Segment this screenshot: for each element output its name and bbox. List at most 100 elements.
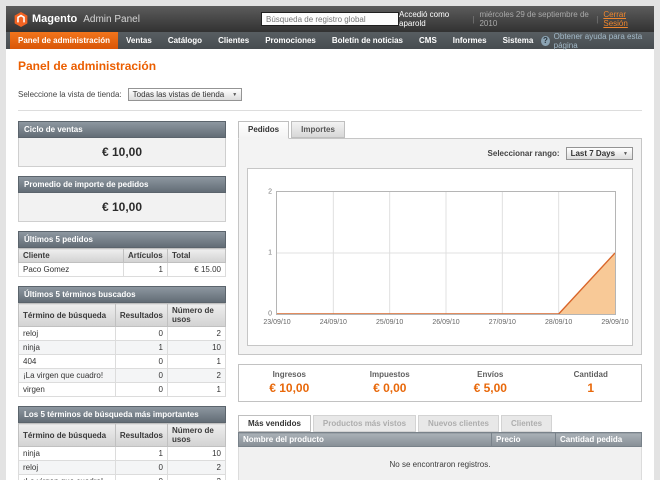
x-axis-tick-label: 26/09/10 <box>432 319 459 326</box>
store-view-label: Seleccione la vista de tienda: <box>18 90 122 99</box>
panel-title: Los 5 términos de búsqueda más important… <box>18 406 226 423</box>
chart-x-axis-labels: 23/09/1024/09/1025/09/1026/09/1027/09/10… <box>277 314 615 332</box>
column-header-total: Total <box>168 249 226 263</box>
tab-mas-vendidos[interactable]: Más vendidos <box>238 415 311 432</box>
total-impuestos: Impuestos € 0,00 <box>340 370 441 395</box>
total-value: € 0,00 <box>340 381 441 395</box>
average-orders-value: € 10,00 <box>18 193 226 222</box>
top-search-terms-panel: Los 5 términos de búsqueda más important… <box>18 406 226 480</box>
column-header-cantidad-pedida: Cantidad pedida <box>556 433 642 447</box>
table-cell: 2 <box>168 461 226 475</box>
brand: Magento Admin Panel <box>14 12 261 27</box>
table-row[interactable]: virgen01 <box>19 383 226 397</box>
nav-item-sistema[interactable]: Sistema <box>495 32 542 49</box>
brand-name: Magento <box>32 13 77 25</box>
table-row[interactable]: 40401 <box>19 355 226 369</box>
column-header-termino-de-busqueda: Término de búsqueda <box>19 424 116 447</box>
table-cell: 2 <box>168 327 226 341</box>
table-cell: 1 <box>168 355 226 369</box>
logout-link[interactable]: Cerrar Sesión <box>603 10 646 28</box>
separator: | <box>596 15 598 24</box>
column-header-termino-de-busqueda: Término de búsqueda <box>19 304 116 327</box>
tab-pedidos[interactable]: Pedidos <box>238 121 289 139</box>
range-value: Last 7 Days <box>571 149 615 158</box>
total-value: 1 <box>541 381 642 395</box>
x-axis-tick-label: 27/09/10 <box>489 319 516 326</box>
admin-frame: Magento Admin Panel Accedió como aparold… <box>6 6 654 480</box>
table-cell: 0 <box>115 475 167 480</box>
nav-item-promociones[interactable]: Promociones <box>257 32 324 49</box>
empty-row: No se encontraron registros. <box>239 447 642 480</box>
column-header-resultados: Resultados <box>115 304 167 327</box>
magento-logo-icon <box>14 12 28 27</box>
x-axis-tick-label: 28/09/10 <box>545 319 572 326</box>
table-row[interactable]: reloj02 <box>19 327 226 341</box>
x-axis-tick-label: 24/09/10 <box>320 319 347 326</box>
column-header-precio: Precio <box>492 433 556 447</box>
store-view-select[interactable]: Todas las vistas de tienda ▼ <box>128 88 243 101</box>
last-orders-table: ClienteArtículosTotalPaco Gomez1€ 15.00 <box>18 248 226 277</box>
main-nav: Panel de administraciónVentasCatálogoCli… <box>6 32 654 49</box>
empty-message: No se encontraron registros. <box>239 447 642 480</box>
table-row[interactable]: ¡La virgen que cuadro!02 <box>19 475 226 480</box>
nav-item-panel-de-administracion[interactable]: Panel de administración <box>10 32 118 49</box>
store-switcher: Seleccione la vista de tienda: Todas las… <box>18 83 642 111</box>
table-cell: 2 <box>168 475 226 480</box>
average-orders-panel: Promedio de importe de pedidos € 10,00 <box>18 176 226 222</box>
page-title: Panel de administración <box>18 59 642 73</box>
table-row[interactable]: reloj02 <box>19 461 226 475</box>
last-search-terms-panel: Últimos 5 términos buscados Término de b… <box>18 286 226 397</box>
x-axis-tick-label: 23/09/10 <box>263 319 290 326</box>
table-cell: Paco Gomez <box>19 263 124 277</box>
orders-chart: 210 23/09/1024/09/1025/09/1026/09/1027/0… <box>247 168 633 346</box>
help-link[interactable]: ? Obtener ayuda para esta página <box>541 32 650 49</box>
total-cantidad: Cantidad 1 <box>541 370 642 395</box>
nav-item-informes[interactable]: Informes <box>445 32 495 49</box>
nav-item-clientes[interactable]: Clientes <box>210 32 257 49</box>
y-axis-tick-label: 0 <box>268 311 272 318</box>
total-label: Envíos <box>440 370 541 379</box>
nav-item-cms[interactable]: CMS <box>411 32 445 49</box>
table-row[interactable]: ¡La virgen que cuadro!02 <box>19 369 226 383</box>
table-row[interactable]: ninja110 <box>19 341 226 355</box>
last-search-terms-table: Término de búsquedaResultadosNúmero de u… <box>18 303 226 397</box>
table-cell: 0 <box>115 327 167 341</box>
x-axis-tick-label: 25/09/10 <box>376 319 403 326</box>
table-row[interactable]: ninja110 <box>19 447 226 461</box>
chart-tabs: PedidosImportes <box>238 121 642 138</box>
left-column: Ciclo de ventas € 10,00 Promedio de impo… <box>18 121 226 480</box>
dashboard-content: Panel de administración Seleccione la vi… <box>6 49 654 480</box>
chevron-down-icon: ▼ <box>232 92 237 98</box>
brand-subtitle: Admin Panel <box>83 14 140 25</box>
x-axis-tick-label: 29/09/10 <box>601 319 628 326</box>
table-cell: ¡La virgen que cuadro! <box>19 369 116 383</box>
panel-title: Últimos 5 términos buscados <box>18 286 226 303</box>
global-search-input[interactable] <box>261 12 399 26</box>
separator: | <box>472 15 474 24</box>
range-select[interactable]: Last 7 Days ▼ <box>566 147 633 160</box>
panel-title: Ciclo de ventas <box>18 121 226 138</box>
lifetime-sales-panel: Ciclo de ventas € 10,00 <box>18 121 226 167</box>
table-cell: 0 <box>115 355 167 369</box>
chart-area-svg <box>277 192 615 314</box>
store-view-value: Todas las vistas de tienda <box>133 90 225 99</box>
y-axis-tick-label: 2 <box>268 189 272 196</box>
table-cell: 10 <box>168 447 226 461</box>
tab-nuevos-clientes[interactable]: Nuevos clientes <box>418 415 499 432</box>
table-row[interactable]: Paco Gomez1€ 15.00 <box>19 263 226 277</box>
nav-item-boletin-de-noticias[interactable]: Boletín de noticias <box>324 32 411 49</box>
panel-title: Promedio de importe de pedidos <box>18 176 226 193</box>
tab-productos-mas-vistos[interactable]: Productos más vistos <box>313 415 416 432</box>
dashboard-columns: Ciclo de ventas € 10,00 Promedio de impo… <box>18 121 642 480</box>
nav-item-ventas[interactable]: Ventas <box>118 32 160 49</box>
total-label: Cantidad <box>541 370 642 379</box>
tab-clientes[interactable]: Clientes <box>501 415 552 432</box>
panel-title: Últimos 5 pedidos <box>18 231 226 248</box>
tab-importes[interactable]: Importes <box>291 121 345 138</box>
total-label: Impuestos <box>340 370 441 379</box>
column-header-numero-de-usos: Número de usos <box>168 424 226 447</box>
nav-item-catalogo[interactable]: Catálogo <box>160 32 210 49</box>
range-label: Seleccionar rango: <box>488 149 560 158</box>
nav-items: Panel de administraciónVentasCatálogoCli… <box>10 32 541 49</box>
table-cell: reloj <box>19 461 116 475</box>
